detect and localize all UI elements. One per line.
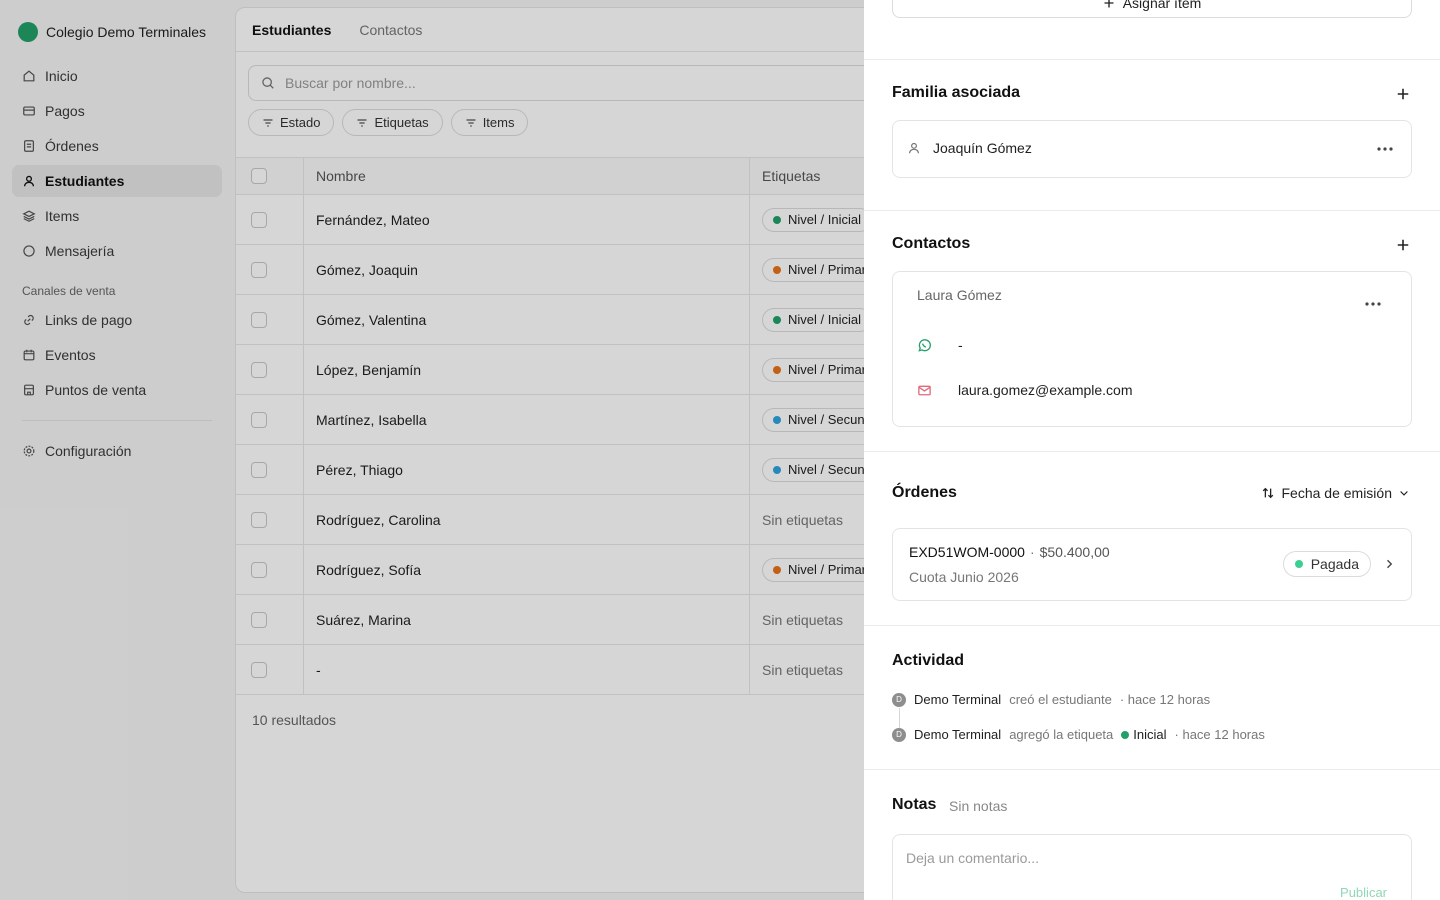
activity-section-title: Actividad <box>892 652 965 669</box>
whatsapp-value: - <box>958 337 963 353</box>
activity-time: · hace 12 horas <box>1174 727 1265 742</box>
add-family-icon[interactable] <box>1396 87 1410 101</box>
activity-action: agregó la etiqueta <box>1009 727 1114 742</box>
activity-actor: Demo Terminal <box>914 727 1002 742</box>
order-description: Cuota Junio 2026 <box>909 569 1019 585</box>
section-divider <box>864 451 1440 452</box>
activity-tag: Inicial <box>1121 727 1167 742</box>
activity-tag-label: Inicial <box>1133 727 1167 742</box>
publish-button[interactable]: Publicar <box>1340 885 1387 900</box>
comment-input[interactable]: Deja un comentario... Publicar <box>892 834 1412 900</box>
order-separator: · <box>1029 544 1035 560</box>
section-divider <box>864 59 1440 60</box>
chevron-right-icon[interactable] <box>1383 558 1395 570</box>
tag-dot <box>1121 730 1130 739</box>
notes-section-title: Notas <box>892 796 937 813</box>
chevron-down-icon <box>1400 491 1408 496</box>
contact-name: Laura Gómez <box>917 287 1002 303</box>
sort-icon <box>1263 487 1274 499</box>
plus-icon <box>1104 0 1114 8</box>
whatsapp-icon <box>918 338 931 352</box>
status-badge: Pagada <box>1282 551 1371 577</box>
activity-time: · hace 12 horas <box>1119 692 1211 707</box>
family-section-title: Familia asociada <box>892 84 1021 101</box>
section-divider <box>864 769 1440 770</box>
more-options-icon[interactable] <box>1365 302 1381 306</box>
student-detail-panel: Asignar ítem Familia asociada Joaquín Gó… <box>864 0 1440 900</box>
comment-placeholder: Deja un comentario... <box>906 850 1040 866</box>
activity-actor: Demo Terminal <box>914 692 1002 707</box>
contacts-section-title: Contactos <box>892 235 971 252</box>
status-label: Pagada <box>1310 556 1359 572</box>
avatar: D <box>892 692 906 707</box>
sort-dropdown[interactable]: Fecha de emisión <box>1261 485 1410 501</box>
section-divider <box>864 625 1440 626</box>
more-options-icon[interactable] <box>1377 147 1393 151</box>
assign-item-label: Asignar ítem <box>1122 0 1202 11</box>
orders-section-title: Órdenes <box>892 484 957 501</box>
activity-action: creó el estudiante <box>1009 692 1112 707</box>
order-amount: $50.400,00 <box>1039 544 1110 560</box>
mail-icon <box>918 385 931 395</box>
order-header: EXD51WOM-0000 · $50.400,00 <box>909 544 1110 560</box>
add-contact-icon[interactable] <box>1396 238 1410 252</box>
section-divider <box>864 210 1440 211</box>
family-member: Joaquín Gómez <box>907 140 1032 156</box>
contact-email: laura.gomez@example.com <box>917 382 1133 398</box>
activity-item: D Demo Terminal creó el estudiante · hac… <box>892 692 1210 707</box>
user-icon <box>909 142 919 154</box>
notes-empty-label: Sin notas <box>949 798 1008 814</box>
contact-whatsapp: - <box>917 337 963 353</box>
email-value[interactable]: laura.gomez@example.com <box>958 382 1133 398</box>
contact-card: Laura Gómez - laura.gomez@example.com <box>892 271 1412 427</box>
assign-item-button[interactable]: Asignar ítem <box>892 0 1412 18</box>
activity-item: D Demo Terminal agregó la etiqueta Inici… <box>892 727 1265 742</box>
family-member-name: Joaquín Gómez <box>933 140 1032 156</box>
order-id: EXD51WOM-0000 <box>909 544 1025 560</box>
order-card[interactable]: EXD51WOM-0000 · $50.400,00 Cuota Junio 2… <box>892 528 1412 601</box>
activity-connector <box>899 708 900 728</box>
modal-backdrop[interactable] <box>0 0 864 900</box>
status-dot <box>1294 560 1303 568</box>
sort-label: Fecha de emisión <box>1281 485 1392 501</box>
avatar: D <box>892 727 906 742</box>
family-card[interactable]: Joaquín Gómez <box>892 120 1412 178</box>
